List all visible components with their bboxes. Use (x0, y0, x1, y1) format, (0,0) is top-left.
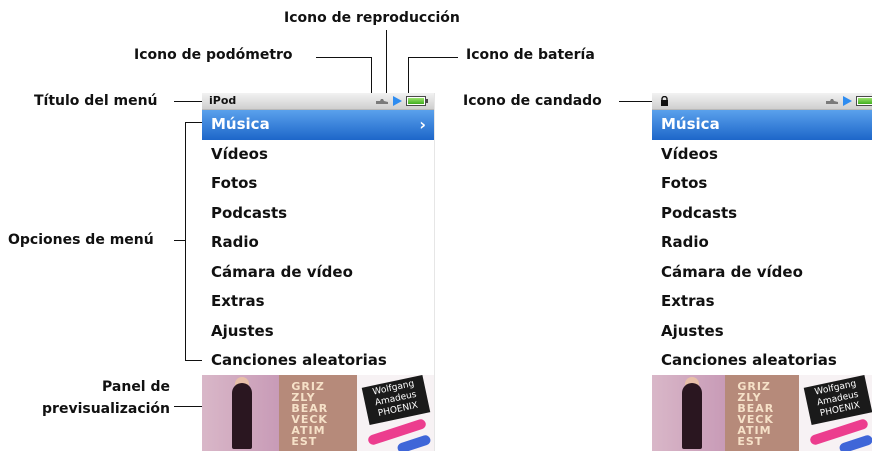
menu-item-label: Podcasts (211, 203, 288, 222)
menu-item-label: Ajustes (661, 321, 724, 340)
menu-item-extras[interactable]: Extras (652, 287, 872, 317)
battery-icon (406, 96, 428, 106)
callout-preview-panel: Panel de previsualización (18, 376, 170, 420)
menu-list: Música Vídeos Fotos Podcasts Radio Cámar… (652, 110, 872, 376)
menu-item-canciones-aleatorias[interactable]: Canciones aleatorias (652, 346, 872, 376)
lock-icon (661, 96, 668, 106)
menu-item-camara[interactable]: Cámara de vídeo (652, 258, 872, 288)
callout-menu-title: Título del menú (34, 93, 158, 109)
menu-item-ajustes[interactable]: Ajustes (202, 317, 434, 347)
menu-item-label: Vídeos (661, 144, 718, 163)
menu-item-videos[interactable]: Vídeos (652, 140, 872, 170)
leader-battery-v (408, 57, 409, 94)
leader-options-v (185, 122, 186, 360)
menu-item-label: Vídeos (211, 144, 268, 163)
callout-lock-icon: Icono de candado (463, 93, 602, 109)
menu-item-extras[interactable]: Extras (202, 287, 434, 317)
battery-tip (426, 99, 428, 103)
menu-item-label: Extras (661, 292, 715, 310)
leader-pedometer-v (371, 57, 372, 94)
callout-battery-icon: Icono de batería (466, 47, 595, 63)
menu-list: Música › Vídeos Fotos Podcasts Radio Cám… (202, 110, 434, 376)
menu-item-label: Cámara de vídeo (211, 262, 353, 281)
menu-item-label: Fotos (661, 174, 708, 192)
menu-item-label: Radio (661, 233, 709, 251)
menu-item-label: Música (211, 115, 270, 133)
leader-battery-h (408, 57, 458, 58)
album-cover-2: GRIZ ZLY BEAR VECK ATIM EST (279, 375, 357, 451)
cover3-stripe-blue (837, 433, 872, 451)
album-cover-1 (652, 375, 726, 451)
menu-item-fotos[interactable]: Fotos (652, 169, 872, 199)
cover-person (232, 383, 252, 449)
callout-preview-line1: Panel de (102, 379, 170, 395)
callout-menu-options: Opciones de menú (8, 232, 154, 248)
album-cover-3: Wolfgang Amadeus PHOENIX (798, 375, 872, 451)
callout-preview-line2: previsualización (42, 401, 170, 417)
menu-item-fotos[interactable]: Fotos (202, 169, 434, 199)
menu-item-label: Ajustes (211, 321, 274, 340)
album-cover-3: Wolfgang Amadeus PHOENIX (356, 375, 434, 451)
cover2-line: EST (291, 435, 318, 448)
preview-panel: GRIZ ZLY BEAR VECK ATIM EST Wolfgang Ama… (652, 375, 872, 451)
battery-fill (858, 98, 872, 104)
ipod-screen-main: iPod Música › Vídeos Fotos Podcasts Radi… (202, 93, 435, 451)
cover3-badge: Wolfgang Amadeus PHOENIX (361, 375, 430, 426)
leader-options-bottom (185, 360, 202, 361)
leader-preview (174, 406, 202, 407)
status-icons (825, 96, 872, 106)
leader-options-h (174, 240, 185, 241)
battery-icon (856, 96, 872, 106)
album-cover-1 (202, 375, 280, 451)
cover-person (682, 383, 702, 449)
cover2-text: GRIZ ZLY BEAR VECK ATIM EST (291, 381, 328, 447)
leader-menu-title (174, 101, 202, 102)
menu-item-label: Extras (211, 292, 265, 310)
status-icons (375, 96, 428, 106)
menu-item-label: Podcasts (661, 203, 738, 222)
callout-pedometer-icon: Icono de podómetro (134, 47, 293, 63)
menu-item-label: Radio (211, 233, 259, 251)
leader-options-top (185, 122, 202, 123)
menu-item-radio[interactable]: Radio (202, 228, 434, 258)
cover2-text: GRIZ ZLY BEAR VECK ATIM EST (737, 381, 774, 447)
menu-item-label: Canciones aleatorias (661, 351, 837, 369)
menu-item-musica[interactable]: Música › (202, 110, 434, 140)
menu-item-label: Música (661, 115, 720, 133)
ipod-screen-locked: Música Vídeos Fotos Podcasts Radio Cámar… (652, 93, 872, 451)
menu-item-videos[interactable]: Vídeos (202, 140, 434, 170)
play-icon (843, 96, 852, 106)
status-bar: iPod (202, 93, 434, 110)
menu-item-camara[interactable]: Cámara de vídeo (202, 258, 434, 288)
callout-playback-icon: Icono de reproducción (284, 10, 460, 26)
leader-playback (386, 30, 387, 94)
menu-title: iPod (209, 94, 237, 107)
cover3-badge: Wolfgang Amadeus PHOENIX (803, 375, 872, 426)
menu-item-podcasts[interactable]: Podcasts (202, 199, 434, 229)
pedometer-icon (376, 99, 388, 104)
menu-item-ajustes[interactable]: Ajustes (652, 317, 872, 347)
leader-lock (619, 101, 652, 102)
menu-item-musica[interactable]: Música (652, 110, 872, 140)
menu-item-label: Cámara de vídeo (661, 262, 803, 281)
preview-panel: GRIZ ZLY BEAR VECK ATIM EST Wolfgang Ama… (202, 375, 434, 451)
battery-fill (408, 98, 424, 104)
menu-item-label: Canciones aleatorias (211, 351, 387, 369)
cover3-stripe-blue (395, 433, 432, 451)
menu-item-label: Fotos (211, 174, 258, 192)
play-icon (393, 96, 402, 106)
chevron-right-icon: › (419, 115, 426, 134)
album-cover-2: GRIZ ZLY BEAR VECK ATIM EST (725, 375, 799, 451)
leader-pedometer-h (316, 57, 372, 58)
menu-item-radio[interactable]: Radio (652, 228, 872, 258)
menu-item-podcasts[interactable]: Podcasts (652, 199, 872, 229)
menu-item-canciones-aleatorias[interactable]: Canciones aleatorias (202, 346, 434, 376)
cover2-line: EST (737, 435, 764, 448)
pedometer-icon (826, 99, 838, 104)
status-bar (652, 93, 872, 110)
